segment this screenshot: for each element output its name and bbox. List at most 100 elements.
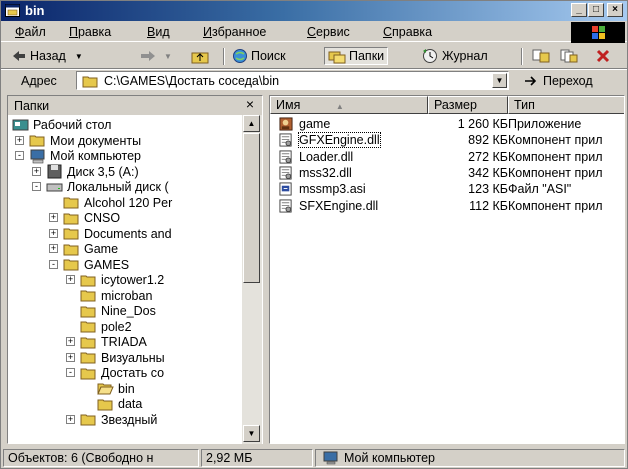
tree-expander[interactable]: +	[66, 414, 75, 424]
maximize-button[interactable]: □	[588, 3, 604, 17]
up-folder-button[interactable]	[191, 47, 209, 65]
menu-help-accel: С	[383, 25, 393, 39]
tree-node[interactable]: Game	[63, 241, 118, 257]
tree-node[interactable]: Documents and	[63, 226, 172, 242]
status-bar: Объектов: 6 (Свободно н 2,92 МБ Мой комп…	[1, 447, 627, 468]
menu-view[interactable]: Вид	[147, 25, 170, 39]
tree-expander[interactable]: +	[66, 352, 75, 362]
search-button[interactable]: Поиск	[232, 47, 286, 65]
tree-node-label: CNSO	[84, 211, 121, 225]
column-type[interactable]: Тип	[508, 96, 624, 114]
folders-pane-close-button[interactable]: ×	[246, 96, 254, 112]
menu-help[interactable]: Справка	[383, 25, 432, 39]
tree-node[interactable]: Мой компьютер	[29, 148, 141, 164]
tree-expander[interactable]: +	[66, 275, 75, 284]
tree-expander[interactable]: +	[32, 166, 41, 176]
tree-node[interactable]: TRIADA	[80, 334, 147, 350]
file-name: Loader.dll	[299, 149, 354, 164]
folder-icon	[29, 135, 45, 147]
file-type: Компонент прил	[508, 198, 603, 213]
dll-icon	[279, 133, 292, 147]
menu-file[interactable]: Файл	[15, 25, 46, 39]
tree-node[interactable]: data	[97, 396, 142, 412]
tree-node[interactable]: pole2	[80, 319, 132, 335]
back-arrow-icon	[13, 51, 25, 61]
address-input[interactable]: C:\GAMES\Достать соседа\bin ▼	[76, 71, 509, 90]
tree-node-label: microban	[101, 288, 153, 303]
tree-node[interactable]: CNSO	[63, 210, 120, 226]
scroll-thumb[interactable]	[243, 133, 260, 283]
close-button[interactable]: ×	[607, 3, 623, 17]
tree-node[interactable]: GAMES	[63, 257, 129, 273]
menu-edit[interactable]: Правка	[69, 25, 111, 39]
file-row[interactable]: SFXEngine.dll 112 КБ Компонент прил	[270, 198, 624, 214]
tree-expander[interactable]: +	[66, 337, 75, 346]
pane-splitter[interactable]	[263, 95, 268, 444]
folder-icon	[63, 259, 79, 271]
delete-button[interactable]	[595, 47, 611, 65]
tree-node[interactable]: Рабочий стол	[12, 117, 111, 133]
menu-favorites[interactable]: Избранное	[203, 25, 266, 39]
app-icon	[279, 117, 293, 131]
file-size: 892 КБ	[468, 133, 508, 148]
column-size[interactable]: Размер	[428, 96, 508, 114]
tree-node[interactable]: Nine_Dos	[80, 303, 156, 319]
minimize-button[interactable]: _	[571, 3, 587, 17]
menu-tools[interactable]: Сервис	[307, 25, 350, 39]
folder-icon	[63, 228, 79, 240]
go-button[interactable]: Переход	[519, 71, 622, 90]
file-row[interactable]: GFXEngine.dll 892 КБ Компонент прил	[270, 132, 624, 149]
tree-expander[interactable]: +	[49, 213, 58, 222]
folders-button[interactable]: Папки	[324, 47, 389, 65]
file-size: 342 КБ	[468, 165, 508, 180]
menu-tools-accel: С	[307, 25, 317, 39]
tree-node[interactable]: Визуальны	[80, 350, 165, 366]
scroll-up-button[interactable]: ▲	[243, 115, 260, 132]
window-title: bin	[25, 3, 45, 18]
folder-window-icon	[5, 4, 20, 17]
folder-tree-scrollbar[interactable]: ▲ ▼	[242, 115, 262, 444]
file-size: 1 260 КБ	[457, 117, 508, 131]
file-size: 112 КБ	[469, 198, 508, 213]
tree-node[interactable]: Мои документы	[29, 133, 141, 149]
tree-node-label: Рабочий стол	[33, 118, 112, 132]
tree-node[interactable]: bin	[97, 381, 135, 397]
floppy-icon	[47, 164, 62, 179]
file-row[interactable]: game 1 260 КБ Приложение	[270, 116, 624, 132]
move-to-button[interactable]	[531, 47, 551, 65]
tree-expander[interactable]: +	[15, 135, 24, 145]
history-button[interactable]: Журнал	[421, 47, 488, 65]
address-label: Адрес	[21, 74, 57, 88]
tree-expander[interactable]: -	[49, 259, 58, 269]
tree-expander[interactable]: -	[15, 151, 24, 160]
file-row[interactable]: Loader.dll 272 КБ Компонент прил	[270, 149, 624, 165]
file-type: Приложение	[508, 117, 582, 131]
tree-expander[interactable]: -	[32, 182, 41, 191]
tree-node[interactable]: Локальный диск (	[46, 179, 169, 195]
tree-node[interactable]: Диск 3,5 (A:)	[46, 164, 139, 180]
file-row[interactable]: mssmp3.asi 123 КБ Файл "ASI"	[270, 181, 624, 197]
copy-to-button[interactable]	[559, 47, 579, 65]
column-size-label: Размер	[434, 98, 477, 112]
up-folder-icon	[191, 52, 209, 63]
tree-node[interactable]: Звездный	[80, 412, 157, 428]
folder-icon	[80, 337, 96, 348]
tree-expander[interactable]: -	[66, 368, 75, 377]
forward-button[interactable]: ▼	[139, 47, 172, 65]
title-bar[interactable]: bin _ □ ×	[1, 1, 627, 21]
tree-node[interactable]: Достать со	[80, 365, 164, 381]
back-button[interactable]: Назад ▼	[11, 47, 83, 65]
tree-node[interactable]: microban	[80, 288, 152, 304]
column-name[interactable]: Имя ▲	[270, 96, 428, 114]
tree-node[interactable]: Alcohol 120 Per	[63, 195, 172, 211]
scroll-down-button[interactable]: ▼	[243, 425, 260, 442]
tree-node[interactable]: icytower1.2	[80, 272, 164, 288]
tree-expander[interactable]: +	[49, 244, 58, 253]
file-type: Компонент прил	[508, 149, 603, 164]
address-dropdown-button[interactable]: ▼	[492, 73, 507, 88]
tree-node-label: Alcohol 120 Per	[84, 195, 173, 210]
file-row[interactable]: mss32.dll 342 КБ Компонент прил	[270, 165, 624, 181]
tree-expander[interactable]: +	[49, 228, 58, 238]
tree-node-label: Мои документы	[50, 133, 142, 148]
menu-bar: Файл Правка Вид Избранное Сервис Справка	[1, 22, 627, 42]
